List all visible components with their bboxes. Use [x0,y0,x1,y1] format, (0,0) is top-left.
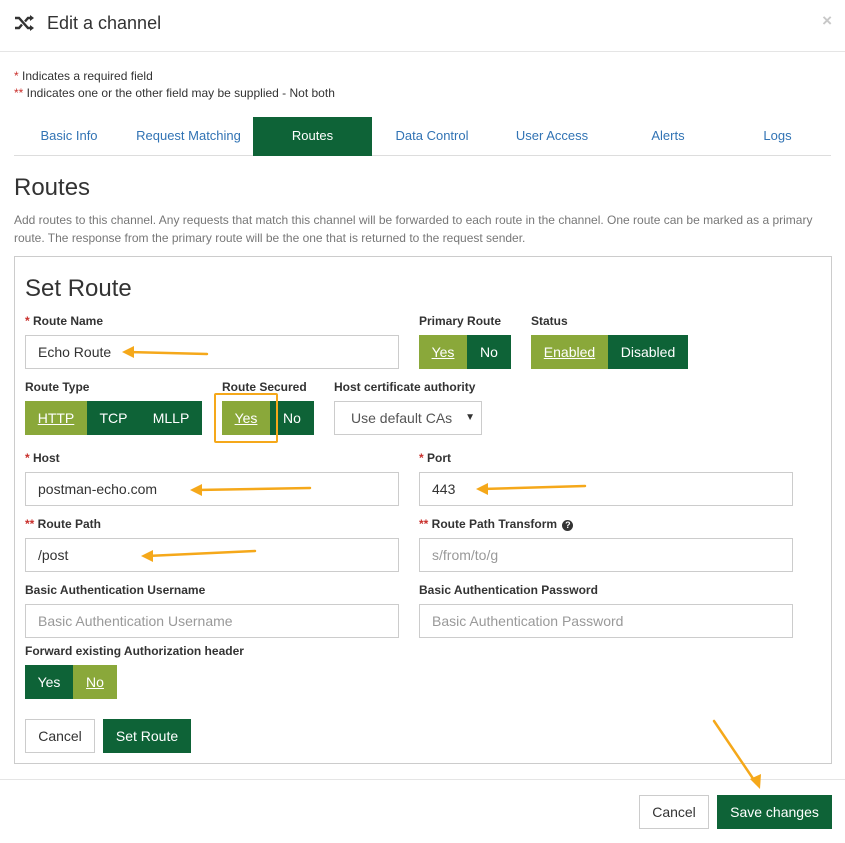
tab-basic-info[interactable]: Basic Info [14,117,124,156]
route-path-transform-label-text: Route Path Transform [428,517,558,531]
port-label: * Port [419,451,451,465]
shuffle-icon [15,15,34,31]
cancel-route-button[interactable]: Cancel [25,719,95,753]
tab-request-matching[interactable]: Request Matching [124,117,253,156]
section-description: Add routes to this channel. Any requests… [14,213,813,245]
either-star: ** [419,517,429,531]
modal-header: Edit a channel × [0,0,845,52]
basic-auth-username-input[interactable]: Basic Authentication Username [25,604,399,638]
basic-auth-password-label: Basic Authentication Password [419,583,598,597]
host-ca-label: Host certificate authority [334,380,476,394]
route-path-label: ** Route Path [25,517,101,531]
required-legend-text: Indicates a required field [18,69,153,83]
save-arrowhead [750,774,761,789]
route-type-http-button[interactable]: HTTP [25,401,87,435]
host-input[interactable]: postman-echo.com [25,472,399,506]
either-legend: ** Indicates one or the other field may … [14,86,335,100]
tab-logs[interactable]: Logs [724,117,831,156]
primary-route-label: Primary Route [419,314,502,328]
route-type-label: Route Type [25,380,90,394]
save-changes-button[interactable]: Save changes [717,795,832,829]
footer-divider [0,779,845,780]
route-secured-no-button[interactable]: No [270,401,314,435]
route-type-mllp-button[interactable]: MLLP [140,401,202,435]
channel-tabs: Basic Info Request Matching Routes Data … [14,117,831,156]
modal-title: Edit a channel [47,13,162,33]
close-icon[interactable]: × [822,11,832,31]
forward-auth-yes-button[interactable]: Yes [25,665,73,699]
tab-routes[interactable]: Routes [253,117,372,156]
route-type-tcp-button[interactable]: TCP [87,401,140,435]
status-disabled-button[interactable]: Disabled [608,335,688,369]
host-ca-value: Use default CAs [351,410,453,426]
host-label-text: Host [29,451,60,465]
host-ca-select[interactable]: Use default CAs ▼ [334,401,482,435]
route-path-transform-label: ** Route Path Transform ? [419,517,574,531]
host-label: * Host [25,451,60,465]
route-path-label-text: Route Path [34,517,102,531]
either-star: ** [14,86,24,100]
route-name-label: * Route Name [25,314,103,328]
port-label-text: Port [423,451,452,465]
basic-auth-password-input[interactable]: Basic Authentication Password [419,604,793,638]
tab-alerts[interactable]: Alerts [612,117,724,156]
route-secured-yes-button[interactable]: Yes [222,401,270,435]
forward-auth-no-button[interactable]: No [73,665,117,699]
port-input[interactable]: 443 [419,472,793,506]
route-name-label-text: Route Name [29,314,104,328]
set-route-panel [14,256,832,764]
panel-title: Set Route [25,275,132,302]
route-secured-label: Route Secured [222,380,307,394]
route-path-transform-input[interactable]: s/from/to/g [419,538,793,572]
primary-route-no-button[interactable]: No [467,335,511,369]
basic-auth-username-label: Basic Authentication Username [25,583,206,597]
required-legend: * Indicates a required field [14,69,153,83]
question-circle-icon[interactable]: ? [562,520,574,531]
primary-route-yes-button[interactable]: Yes [419,335,467,369]
forward-auth-label: Forward existing Authorization header [25,644,244,658]
caret-down-icon: ▼ [465,412,475,423]
set-route-button[interactable]: Set Route [103,719,191,753]
tab-user-access[interactable]: User Access [492,117,612,156]
route-path-input[interactable]: /post [25,538,399,572]
tab-data-control[interactable]: Data Control [372,117,492,156]
status-label: Status [531,314,568,328]
either-legend-text: Indicates one or the other field may be … [23,86,335,100]
cancel-button[interactable]: Cancel [639,795,709,829]
section-title: Routes [14,174,91,201]
either-star: ** [25,517,35,531]
route-name-input[interactable]: Echo Route [25,335,399,369]
status-enabled-button[interactable]: Enabled [531,335,608,369]
